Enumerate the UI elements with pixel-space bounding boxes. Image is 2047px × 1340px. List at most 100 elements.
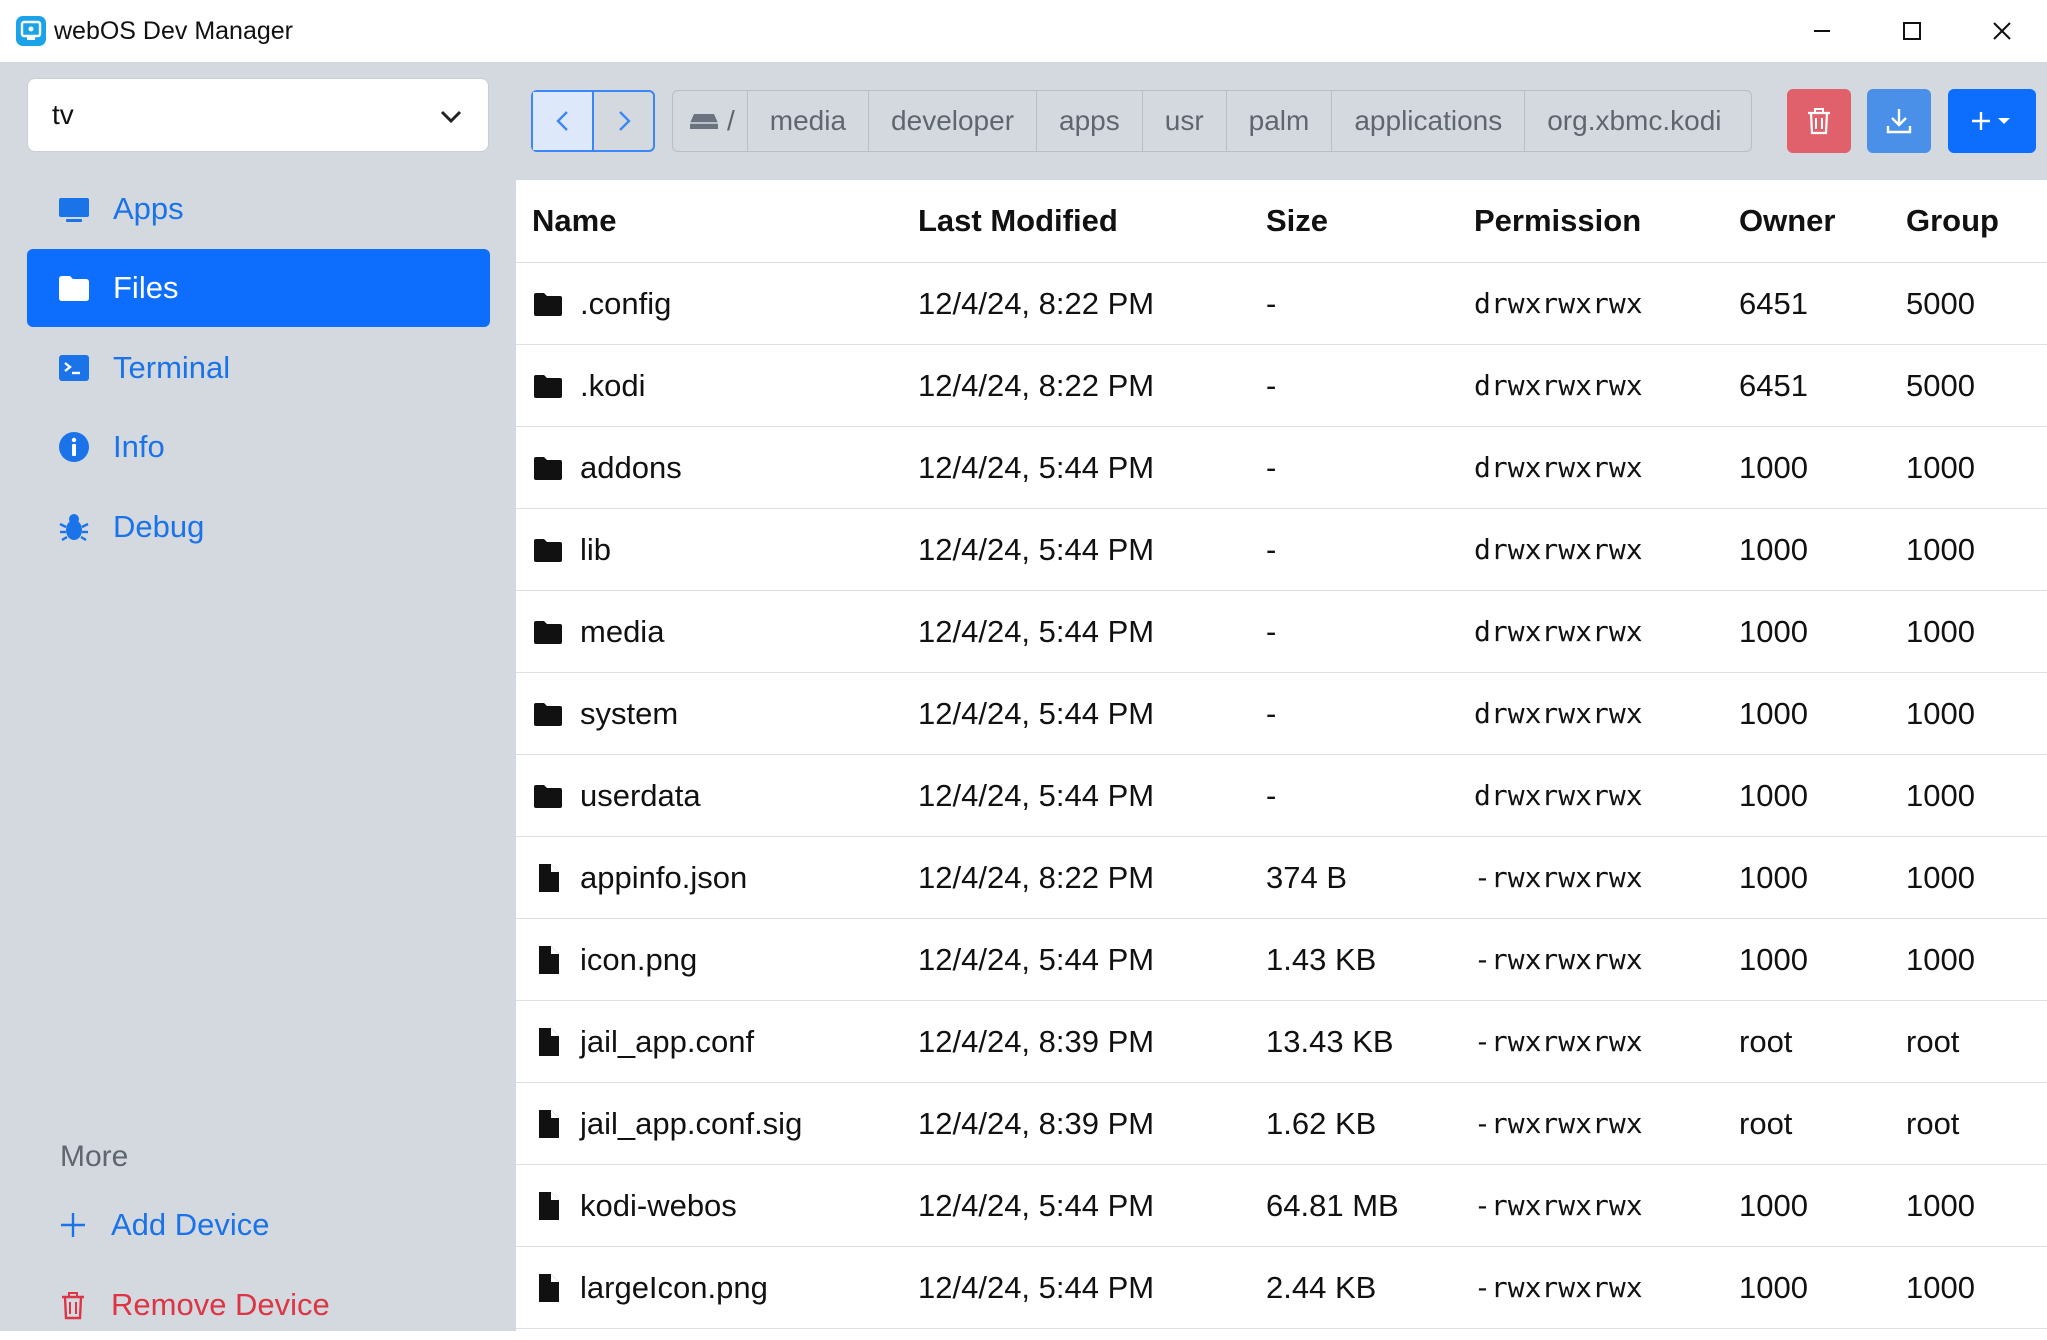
close-button[interactable]	[1957, 0, 2047, 62]
file-icon	[532, 1190, 564, 1222]
table-row[interactable]: media 12/4/24, 5:44 PM - drwxrwxrwx 1000 1000	[516, 591, 2047, 673]
cell-permission: -rwxrwxrwx	[1474, 1271, 1643, 1304]
delete-button[interactable]	[1787, 89, 1851, 153]
breadcrumb-item[interactable]: org.xbmc.kodi	[1525, 91, 1743, 151]
cell-group: 1000	[1906, 449, 1975, 485]
cell-owner: 1000	[1739, 859, 1808, 895]
download-icon	[1886, 109, 1912, 134]
cell-last-modified: 12/4/24, 8:22 PM	[918, 367, 1155, 403]
nav-item-files[interactable]: Files	[27, 249, 490, 327]
table-row[interactable]: lib 12/4/24, 5:44 PM - drwxrwxrwx 1000 1000	[516, 509, 2047, 591]
cell-owner: 1000	[1739, 449, 1808, 485]
table-row[interactable]: icon.png 12/4/24, 5:44 PM 1.43 KB -rwxrwxrw…	[516, 919, 2047, 1001]
sidebar: tv Apps Files Terminal Info Debug More A…	[0, 62, 516, 1331]
cell-permission: drwxrwxrwx	[1474, 533, 1643, 566]
drive-icon	[690, 114, 718, 129]
table-row[interactable]: .kodi 12/4/24, 8:22 PM - drwxrwxrwx 6451 5000	[516, 345, 2047, 427]
cell-name: userdata	[532, 755, 701, 836]
chevron-down-icon	[440, 110, 462, 124]
table-row[interactable]: jail_app.conf.sig 12/4/24, 8:39 PM 1.62 KB…	[516, 1083, 2047, 1165]
file-name: .kodi	[580, 367, 646, 403]
table-row[interactable]: kodi-webos 12/4/24, 5:44 PM 64.81 MB -rwxrw…	[516, 1165, 2047, 1247]
breadcrumb-item[interactable]: apps	[1037, 91, 1143, 151]
more-section-label: More	[60, 1140, 129, 1173]
breadcrumb-root[interactable]: /	[673, 91, 748, 151]
cell-group: 1000	[1906, 1187, 1975, 1223]
file-icon	[532, 944, 564, 976]
folder-icon	[532, 452, 564, 484]
folder-icon	[532, 698, 564, 730]
add-device-button[interactable]: Add Device	[27, 1190, 490, 1260]
column-header-owner[interactable]: Owner	[1739, 180, 1835, 262]
table-row[interactable]: largeIcon.png 12/4/24, 5:44 PM 2.44 KB -rwx…	[516, 1247, 2047, 1329]
cell-last-modified: 12/4/24, 5:44 PM	[918, 941, 1155, 977]
nav-item-label: Files	[113, 270, 179, 305]
table-row[interactable]: system 12/4/24, 5:44 PM - drwxrwxrwx 1000 100…	[516, 673, 2047, 755]
file-name: userdata	[580, 777, 701, 813]
folder-icon	[57, 271, 91, 305]
file-icon	[532, 1108, 564, 1140]
table-row[interactable]: jail_app.conf 12/4/24, 8:39 PM 13.43 KB -rw…	[516, 1001, 2047, 1083]
cell-owner: 6451	[1739, 285, 1808, 321]
add-menu-button[interactable]	[1948, 89, 2036, 153]
cell-permission: -rwxrwxrwx	[1474, 1025, 1643, 1058]
cell-owner: root	[1739, 1105, 1793, 1141]
back-button[interactable]	[533, 92, 594, 150]
cell-permission: drwxrwxrwx	[1474, 287, 1643, 320]
file-name: addons	[580, 449, 682, 485]
table-row[interactable]: userdata 12/4/24, 5:44 PM - drwxrwxrwx 1000 1…	[516, 755, 2047, 837]
cell-last-modified: 12/4/24, 5:44 PM	[918, 1269, 1155, 1305]
cell-owner: 6451	[1739, 367, 1808, 403]
forward-button[interactable]	[594, 92, 653, 150]
cell-size: -	[1266, 777, 1277, 813]
nav-item-label: Debug	[113, 509, 205, 544]
table-row[interactable]: addons 12/4/24, 5:44 PM - drwxrwxrwx 1000 100…	[516, 427, 2047, 509]
cell-size: 1.62 KB	[1266, 1105, 1377, 1141]
breadcrumb-item[interactable]: palm	[1227, 91, 1333, 151]
nav-item-debug[interactable]: Debug	[27, 488, 490, 566]
cell-permission: drwxrwxrwx	[1474, 369, 1643, 402]
window-title: webOS Dev Manager	[54, 17, 294, 45]
column-header-size[interactable]: Size	[1266, 180, 1328, 262]
maximize-button[interactable]	[1867, 0, 1957, 62]
cell-owner: 1000	[1739, 1187, 1808, 1223]
folder-icon	[532, 370, 564, 402]
table-row[interactable]: appinfo.json 12/4/24, 8:22 PM 374 B -rwxrwx…	[516, 837, 2047, 919]
column-header-permission[interactable]: Permission	[1474, 180, 1641, 262]
column-header-group[interactable]: Group	[1906, 180, 1999, 262]
breadcrumb: / media developer apps usr palm applicat…	[672, 90, 1752, 152]
cell-group: root	[1906, 1023, 1960, 1059]
device-select[interactable]: tv	[27, 78, 489, 152]
breadcrumb-item[interactable]: applications	[1332, 91, 1526, 151]
history-nav	[531, 90, 655, 152]
cell-group: 5000	[1906, 285, 1975, 321]
cell-permission: -rwxrwxrwx	[1474, 861, 1643, 894]
breadcrumb-item[interactable]: media	[748, 91, 870, 151]
nav-item-info[interactable]: Info	[27, 408, 490, 486]
cell-permission: drwxrwxrwx	[1474, 697, 1643, 730]
nav-item-apps[interactable]: Apps	[27, 170, 490, 248]
nav-item-label: Terminal	[113, 350, 231, 385]
file-name: kodi-webos	[580, 1187, 737, 1223]
cell-name: icon.png	[532, 919, 697, 1000]
chevron-left-icon	[555, 111, 568, 131]
breadcrumb-item[interactable]: developer	[869, 91, 1038, 151]
minimize-button[interactable]	[1777, 0, 1867, 62]
breadcrumb-item[interactable]: usr	[1143, 91, 1227, 151]
table-row[interactable]: .config 12/4/24, 8:22 PM - drwxrwxrwx 6451 50…	[516, 263, 2047, 345]
column-header-name[interactable]: Name	[532, 180, 616, 262]
nav-item-terminal[interactable]: Terminal	[27, 329, 490, 407]
minimize-icon	[1814, 30, 1830, 32]
nav-item-label: Info	[113, 429, 165, 464]
cell-permission: drwxrwxrwx	[1474, 451, 1643, 484]
cell-size: 2.44 KB	[1266, 1269, 1377, 1305]
toolbar: / media developer apps usr palm applicat…	[516, 62, 2047, 180]
cell-owner: 1000	[1739, 613, 1808, 649]
remove-device-button[interactable]: Remove Device	[27, 1270, 490, 1340]
download-button[interactable]	[1867, 89, 1931, 153]
column-header-last-modified[interactable]: Last Modified	[918, 180, 1118, 262]
cell-permission: drwxrwxrwx	[1474, 615, 1643, 648]
cell-last-modified: 12/4/24, 5:44 PM	[918, 613, 1155, 649]
trash-icon	[1808, 108, 1830, 135]
cell-name: appinfo.json	[532, 837, 747, 918]
